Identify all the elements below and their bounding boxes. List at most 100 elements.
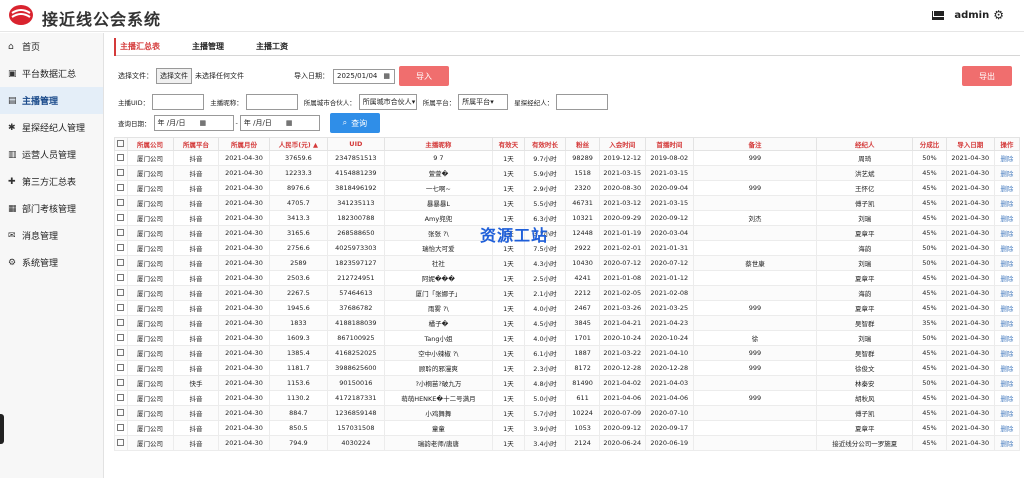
date-to-input[interactable]: 年 /月/日 ▦ — [239, 115, 320, 131]
delete-link[interactable]: 删除 — [993, 225, 1021, 241]
table-cell: 社社 — [383, 255, 494, 271]
delete-link[interactable]: 删除 — [993, 390, 1021, 406]
sidebar-item-5[interactable]: ✚ 第三方汇总表 — [0, 168, 103, 195]
table-cell: 2467 — [565, 300, 600, 316]
table-cell: 867100925 — [327, 330, 385, 346]
delete-link[interactable]: 删除 — [993, 435, 1021, 451]
sidebar: ⌂ 首页 ▣ 平台数据汇总 ▤ 主播管理 ✱ 星探经纪人管理 ▥ 运营人员管理 ✚ 第三方汇总表 ▦ 部门… — [0, 33, 104, 478]
delete-link[interactable]: 删除 — [993, 345, 1021, 361]
agent-input[interactable] — [556, 94, 609, 110]
row-checkbox[interactable] — [117, 423, 125, 431]
row-checkbox[interactable] — [117, 348, 125, 356]
table-cell: 1236859148 — [327, 405, 385, 421]
delete-link[interactable]: 删除 — [993, 165, 1021, 181]
row-checkbox[interactable] — [117, 153, 125, 161]
delete-link[interactable]: 删除 — [993, 195, 1021, 211]
sidebar-collapse-handle[interactable] — [0, 414, 4, 444]
table-cell: 2021-03-15 — [644, 165, 694, 181]
column-header[interactable]: 人民币(元) ▲ — [268, 137, 329, 151]
row-checkbox[interactable] — [117, 228, 125, 236]
date-from-input[interactable]: 年 /月/日 ▦ — [153, 115, 234, 131]
sidebar-item-0[interactable]: ⌂ 首页 — [0, 33, 103, 60]
gear-icon[interactable]: ⚙ — [993, 8, 1004, 22]
table-cell: Amy兜兜 — [383, 210, 494, 226]
delete-link[interactable]: 删除 — [993, 255, 1021, 271]
row-checkbox[interactable] — [117, 378, 125, 386]
table-cell: 268588650 — [327, 225, 385, 241]
table-cell: 2021-04-30 — [945, 345, 995, 361]
row-checkbox[interactable] — [117, 438, 125, 446]
delete-link[interactable]: 删除 — [993, 405, 1021, 421]
select-all-checkbox[interactable] — [117, 139, 125, 147]
delete-link[interactable]: 删除 — [993, 270, 1021, 286]
table-cell: 抖音 — [172, 390, 220, 406]
row-checkbox[interactable] — [117, 333, 125, 341]
table-cell: 182300788 — [327, 210, 385, 226]
nickname-input[interactable] — [245, 94, 298, 110]
delete-link[interactable]: 删除 — [993, 330, 1021, 346]
delete-link[interactable]: 删除 — [993, 240, 1021, 256]
table-cell: 2503.6 — [268, 270, 329, 286]
import-button[interactable]: 导入 — [399, 66, 449, 86]
sidebar-item-1[interactable]: ▣ 平台数据汇总 — [0, 60, 103, 87]
sidebar-item-2[interactable]: ▤ 主播管理 — [0, 87, 103, 114]
delete-link[interactable]: 删除 — [993, 360, 1021, 376]
sidebar-item-8[interactable]: ⚙ 系统管理 — [0, 249, 103, 276]
choose-file-button[interactable]: 选择文件 — [156, 68, 192, 84]
delete-link[interactable]: 删除 — [993, 150, 1021, 166]
search-button[interactable]: ⌕ 查询 — [329, 113, 380, 133]
table-cell: 2021-04-30 — [945, 240, 995, 256]
row-checkbox[interactable] — [117, 168, 125, 176]
table-cell: 2021-04-30 — [218, 285, 270, 301]
row-checkbox[interactable] — [117, 243, 125, 251]
table-cell: 2021-04-30 — [945, 315, 995, 331]
row-checkbox[interactable] — [117, 318, 125, 326]
calendar-icon: ▦ — [199, 119, 207, 127]
column-header: 经纪人 — [816, 137, 914, 151]
row-checkbox[interactable] — [117, 303, 125, 311]
row-checkbox[interactable] — [117, 183, 125, 191]
delete-link[interactable]: 删除 — [993, 315, 1021, 331]
delete-link[interactable]: 删除 — [993, 420, 1021, 436]
uid-input[interactable] — [152, 94, 205, 110]
city-partner-select[interactable]: 所属城市合伙人 ▾ — [358, 94, 417, 110]
table-cell — [692, 435, 818, 451]
row-checkbox[interactable] — [117, 198, 125, 206]
sidebar-item-7[interactable]: ✉ 消息管理 — [0, 222, 103, 249]
delete-link[interactable]: 删除 — [993, 210, 1021, 226]
tab-anchor-management[interactable]: 主播管理 — [188, 38, 228, 56]
row-checkbox[interactable] — [117, 393, 125, 401]
row-checkbox[interactable] — [117, 213, 125, 221]
import-date-input[interactable]: 2025/01/04 ▦ — [333, 68, 395, 84]
delete-link[interactable]: 删除 — [993, 300, 1021, 316]
sidebar-item-3[interactable]: ✱ 星探经纪人管理 — [0, 114, 103, 141]
row-checkbox[interactable] — [117, 408, 125, 416]
table-cell: 35% — [912, 315, 947, 331]
user-name[interactable]: admin — [954, 10, 989, 21]
calendar-icon: ▦ — [285, 119, 293, 127]
table-cell: 2021-04-30 — [218, 225, 270, 241]
table-cell: 周琦 — [816, 150, 914, 166]
delete-link[interactable]: 删除 — [993, 180, 1021, 196]
mail-icon[interactable] — [932, 10, 945, 20]
delete-link[interactable]: 删除 — [993, 375, 1021, 391]
delete-link[interactable]: 删除 — [993, 285, 1021, 301]
table-cell: 夏章平 — [816, 300, 914, 316]
tab-anchor-summary[interactable]: 主播汇总表 — [114, 37, 164, 56]
tab-anchor-salary[interactable]: 主播工资 — [252, 38, 292, 56]
platform-select[interactable]: 所属平台 ▾ — [458, 94, 509, 110]
table-cell: 50% — [912, 255, 947, 271]
table-cell: 厦门公司 — [126, 210, 174, 226]
row-checkbox[interactable] — [117, 288, 125, 296]
table-cell: 厦门「张娜子」 — [383, 285, 494, 301]
table-cell: 5.0小时 — [523, 390, 567, 406]
table-row: 厦门公司 抖音 2021-04-30 1609.3 867100925 Tang小姐 1天 4… — [114, 330, 1021, 346]
row-checkbox[interactable] — [117, 258, 125, 266]
row-checkbox[interactable] — [117, 363, 125, 371]
column-header: UID — [327, 137, 385, 151]
row-checkbox[interactable] — [117, 273, 125, 281]
sidebar-item-4[interactable]: ▥ 运营人员管理 — [0, 141, 103, 168]
sidebar-item-6[interactable]: ▦ 部门考核管理 — [0, 195, 103, 222]
table-cell: 4.8小时 — [523, 375, 567, 391]
export-button[interactable]: 导出 — [962, 66, 1012, 86]
